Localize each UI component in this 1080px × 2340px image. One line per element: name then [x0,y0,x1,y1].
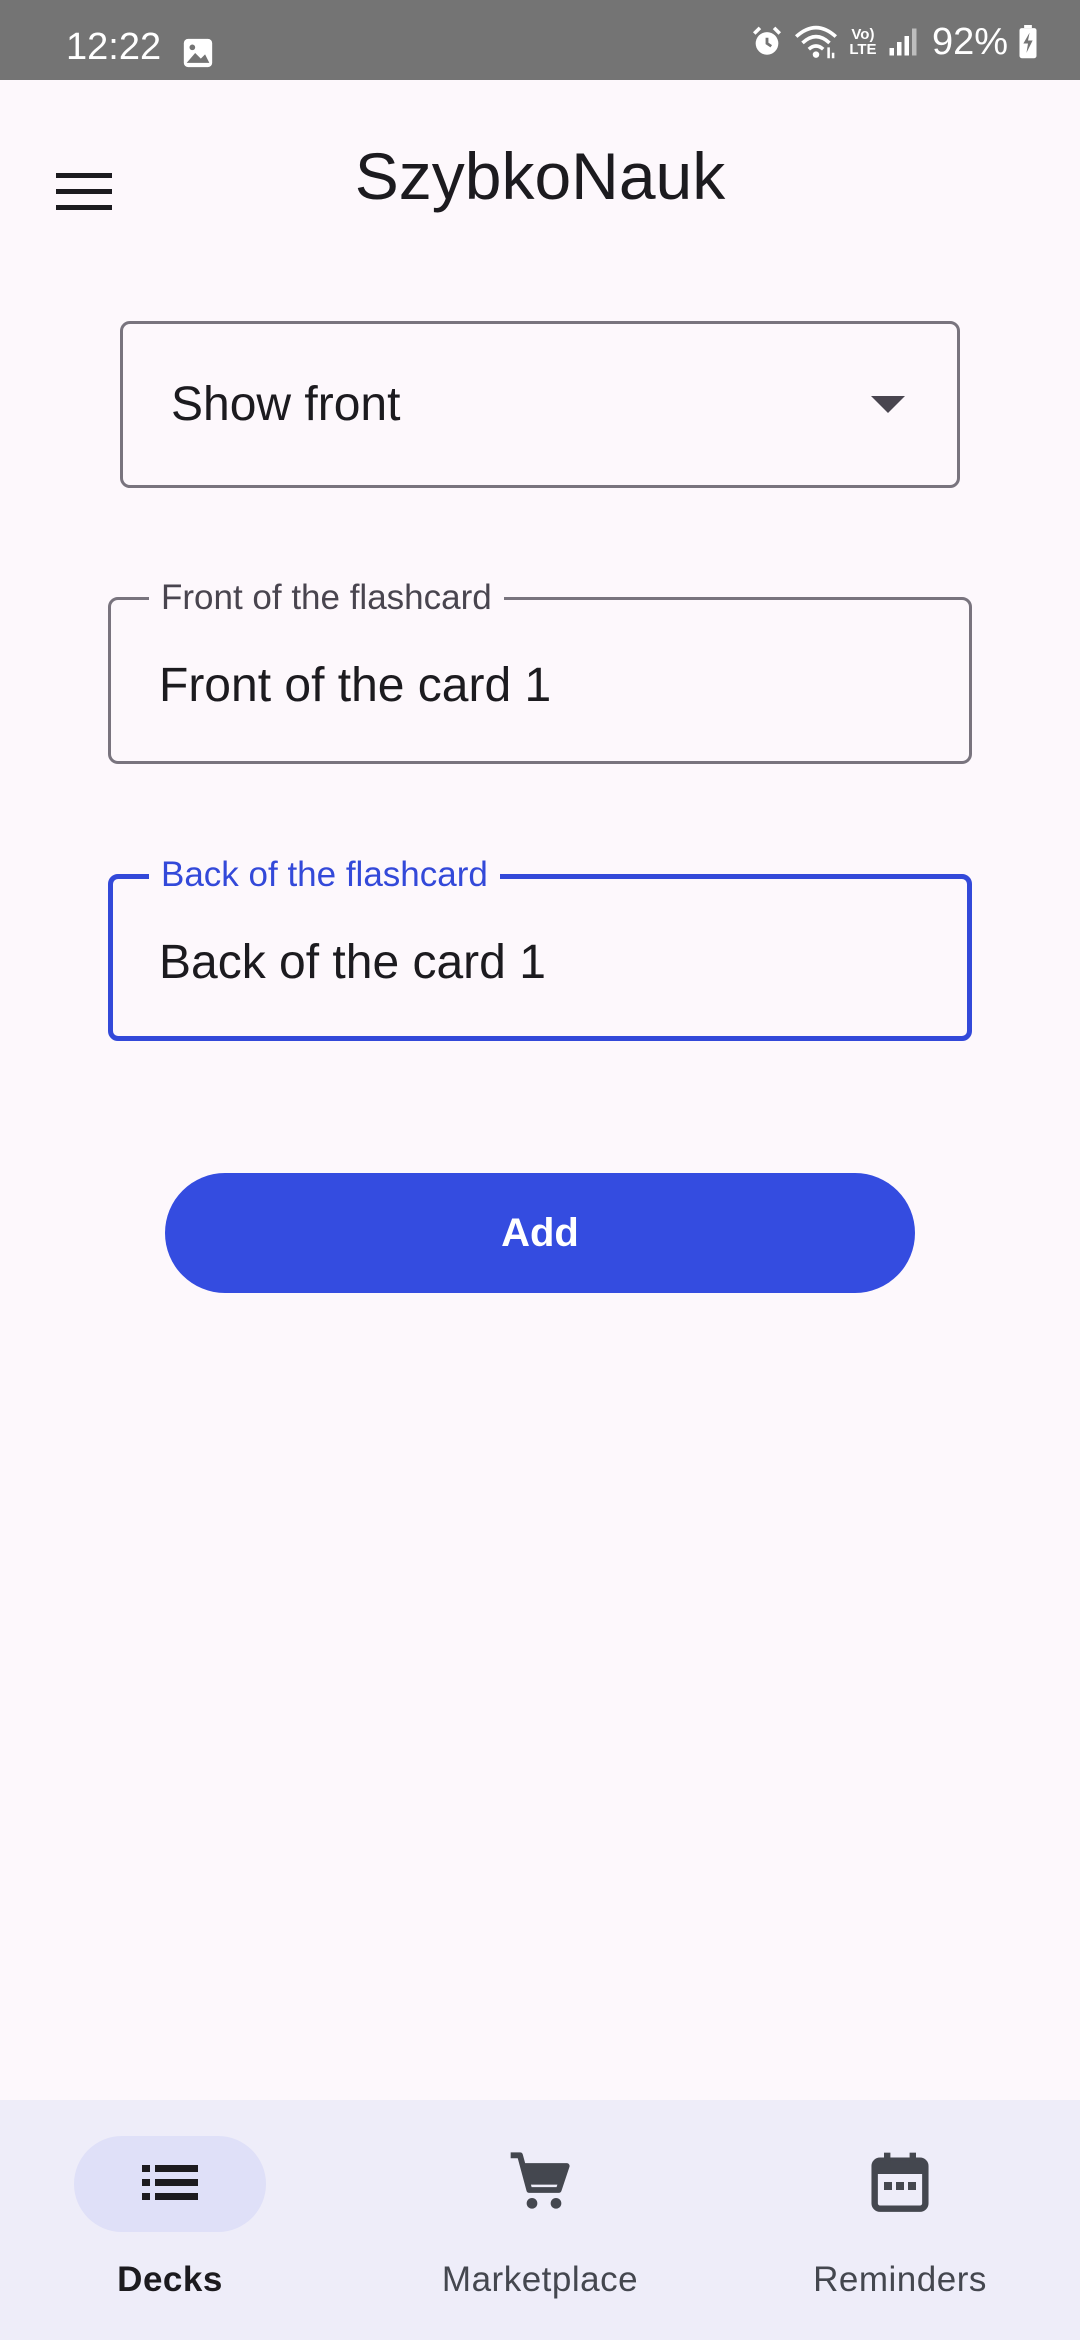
display-mode-dropdown[interactable]: Show front [120,321,960,488]
nav-active-indicator [74,2136,266,2232]
back-field-label: Back of the flashcard [149,853,500,897]
nav-label-decks: Decks [117,2260,223,2299]
battery-charging-icon [1018,25,1038,59]
nav-item-decks[interactable]: Decks [0,2100,360,2340]
gallery-icon [181,36,215,70]
app-title: SzybkoNauk [354,139,726,213]
status-icons: Vo) LTE 92% [750,22,1038,62]
front-field-value: Front of the card 1 [159,659,552,712]
dropdown-selected-value: Show front [171,378,401,431]
signal-icon [888,26,918,58]
nav-label-marketplace: Marketplace [441,2260,639,2299]
back-field[interactable]: Back of the flashcard Back of the card 1 [108,853,972,1041]
cart-icon [508,2150,572,2219]
nav-item-reminders[interactable]: Reminders [720,2100,1080,2340]
calendar-icon [870,2150,930,2219]
top-app-bar: SzybkoNauk [0,80,1080,270]
front-field-label: Front of the flashcard [149,576,504,620]
back-field-value: Back of the card 1 [159,936,546,989]
nav-item-marketplace[interactable]: Marketplace [360,2100,720,2340]
status-time: 12:22 [66,26,162,68]
nav-icon-container [444,2136,636,2232]
bottom-navigation: Decks Marketplace Reminders [0,2100,1080,2340]
volte-icon: Vo) LTE [849,26,877,58]
dropdown-arrow-icon [871,396,905,419]
screen: 12:22 Vo) LTE 92% SzybkoNauk Show front … [0,0,1080,2340]
add-button[interactable]: Add [165,1173,915,1293]
nav-label-reminders: Reminders [813,2260,987,2299]
front-field[interactable]: Front of the flashcard Front of the card… [108,576,972,764]
wifi-icon [794,24,838,60]
list-icon [142,2162,198,2207]
status-bar: 12:22 Vo) LTE 92% [0,0,1080,80]
battery-percent: 92% [931,21,1008,63]
alarm-icon [750,25,784,59]
nav-icon-container [804,2136,996,2232]
